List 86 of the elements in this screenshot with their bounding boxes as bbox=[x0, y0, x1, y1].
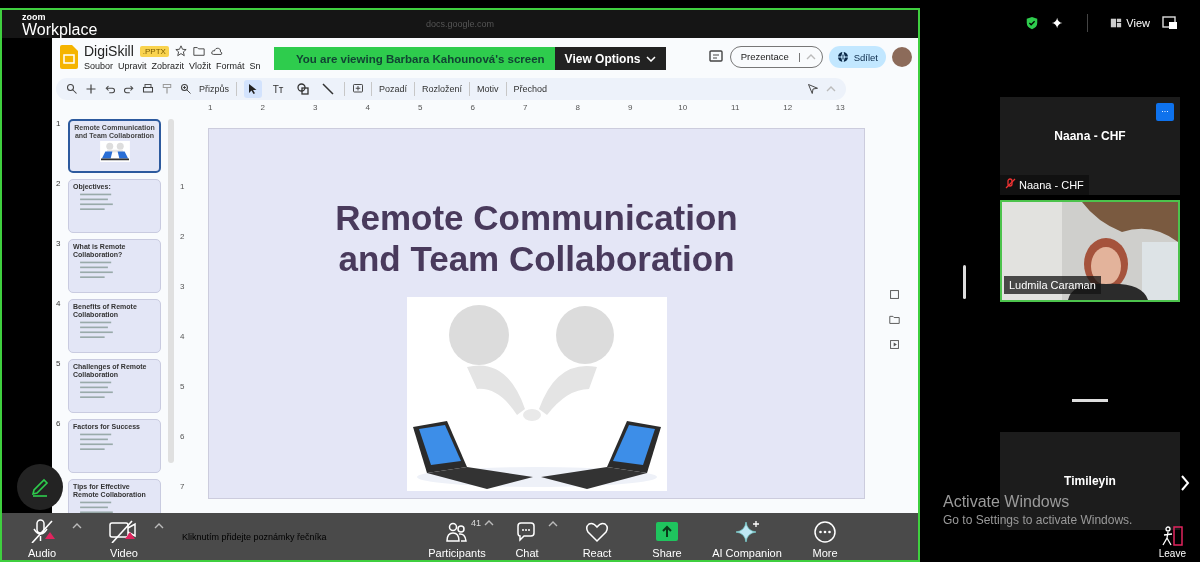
participants-button[interactable]: Participants 41 bbox=[422, 514, 492, 559]
shape-tool[interactable] bbox=[294, 80, 312, 98]
heart-icon bbox=[585, 520, 609, 543]
ai-button[interactable]: AI Companion bbox=[702, 514, 792, 559]
more-icon bbox=[813, 520, 837, 543]
view-options-button[interactable]: View Options bbox=[554, 47, 667, 70]
more-options-button[interactable]: ... bbox=[1156, 103, 1174, 121]
caret-icon[interactable] bbox=[72, 522, 82, 529]
menu-item[interactable]: Soubor bbox=[84, 61, 114, 71]
image-icon[interactable] bbox=[889, 289, 900, 300]
toolbar-button[interactable]: Rozložení bbox=[422, 84, 463, 94]
caret-icon[interactable] bbox=[484, 519, 494, 526]
app-logo: zoom Workplace bbox=[22, 13, 98, 38]
slide-number: 6 bbox=[56, 419, 62, 428]
search-icon[interactable] bbox=[66, 83, 78, 95]
slide-number: 1 bbox=[56, 119, 62, 128]
zoom-dropdown[interactable]: Přizpůs bbox=[199, 84, 229, 94]
file-type-tag: .PPTX bbox=[139, 45, 169, 57]
play-icon[interactable] bbox=[889, 339, 900, 350]
activation-notice-title: Activate Windows bbox=[943, 493, 1071, 511]
comment-icon[interactable] bbox=[707, 49, 724, 65]
undo-icon[interactable] bbox=[104, 83, 116, 95]
folder-icon[interactable] bbox=[889, 314, 900, 325]
menu-item[interactable]: Zobrazit bbox=[151, 61, 185, 71]
share-button[interactable]: Sdílet bbox=[828, 46, 886, 68]
menu-item[interactable]: Vložit bbox=[189, 61, 212, 71]
chat-button[interactable]: Chat bbox=[492, 514, 562, 559]
menu-item[interactable]: Sn bbox=[249, 61, 261, 71]
share-screen-icon bbox=[655, 520, 679, 543]
slide-title: Remote Communication and Team Collaboration bbox=[335, 197, 738, 279]
print-icon[interactable] bbox=[142, 83, 154, 95]
share-button[interactable]: Share bbox=[632, 514, 702, 559]
video-button[interactable]: Video bbox=[94, 514, 154, 559]
caret-icon bbox=[646, 55, 657, 62]
participant-count: 41 bbox=[471, 517, 481, 528]
participant-label: Ludmila Caraman bbox=[1004, 276, 1101, 294]
zoom-icon[interactable] bbox=[180, 83, 192, 95]
user-avatar[interactable] bbox=[892, 47, 912, 67]
slide-number: 2 bbox=[56, 179, 62, 188]
text-tool[interactable]: Tт bbox=[269, 80, 287, 98]
panel-divider-handle[interactable] bbox=[1072, 399, 1108, 402]
sparkle-icon bbox=[735, 520, 759, 543]
leave-button[interactable]: Leave bbox=[1158, 525, 1186, 559]
slide-number: 5 bbox=[56, 359, 62, 368]
screen-share-banner: You are viewing Barbara Kahounová's screen bbox=[274, 47, 555, 70]
toolbar-button[interactable]: Přechod bbox=[513, 84, 548, 94]
activation-notice-text: Go to Settings to activate Windows. bbox=[943, 513, 1133, 527]
redo-icon[interactable] bbox=[123, 83, 135, 95]
shield-icon[interactable] bbox=[1025, 15, 1040, 30]
line-icon bbox=[322, 83, 334, 95]
muted-mic-icon bbox=[1005, 178, 1016, 190]
more-button[interactable]: More bbox=[792, 514, 858, 559]
caret-icon[interactable] bbox=[548, 520, 558, 527]
people-icon bbox=[445, 520, 469, 543]
horizontal-ruler: 1 2 3 4 5 6 7 8 9 10 11 12 13 bbox=[207, 103, 846, 114]
cloud-icon[interactable] bbox=[210, 45, 223, 57]
layout-icon bbox=[1110, 16, 1123, 29]
menu-item[interactable]: Formát bbox=[216, 61, 245, 71]
slide-number: 3 bbox=[56, 239, 62, 248]
resize-handle[interactable] bbox=[963, 265, 966, 299]
view-button[interactable]: View bbox=[1110, 16, 1150, 29]
star-icon[interactable] bbox=[174, 45, 187, 57]
chevron-right-icon[interactable] bbox=[1180, 474, 1190, 492]
toolbar-button[interactable]: Motiv bbox=[477, 84, 499, 94]
folder-icon[interactable] bbox=[192, 45, 205, 57]
pen-icon[interactable] bbox=[807, 83, 819, 95]
react-button[interactable]: React bbox=[562, 514, 632, 559]
audio-button[interactable]: Audio bbox=[12, 514, 72, 559]
select-tool[interactable] bbox=[244, 80, 262, 98]
toolbar-button[interactable]: Pozadí bbox=[379, 84, 408, 94]
menu-item[interactable]: Upravit bbox=[118, 61, 147, 71]
slide-number: 4 bbox=[56, 299, 62, 308]
pencil-icon bbox=[30, 477, 50, 497]
participant-label: Naana - CHF bbox=[1000, 175, 1089, 195]
plus-icon[interactable] bbox=[85, 83, 97, 95]
picture-in-picture-icon[interactable] bbox=[1162, 14, 1178, 31]
globe-icon bbox=[836, 51, 849, 63]
caret-icon[interactable] bbox=[154, 522, 164, 529]
shapes-icon bbox=[297, 83, 309, 95]
participant-name: Naana - CHF bbox=[1054, 129, 1126, 143]
participant-name: Timileyin bbox=[1064, 474, 1116, 488]
scrollbar[interactable] bbox=[168, 119, 174, 463]
cursor-icon bbox=[248, 83, 258, 95]
document-title[interactable]: DigiSkill bbox=[84, 43, 134, 59]
vertical-ruler: 1 2 3 4 5 6 7 bbox=[180, 181, 186, 493]
add-comment-icon[interactable] bbox=[352, 83, 364, 95]
